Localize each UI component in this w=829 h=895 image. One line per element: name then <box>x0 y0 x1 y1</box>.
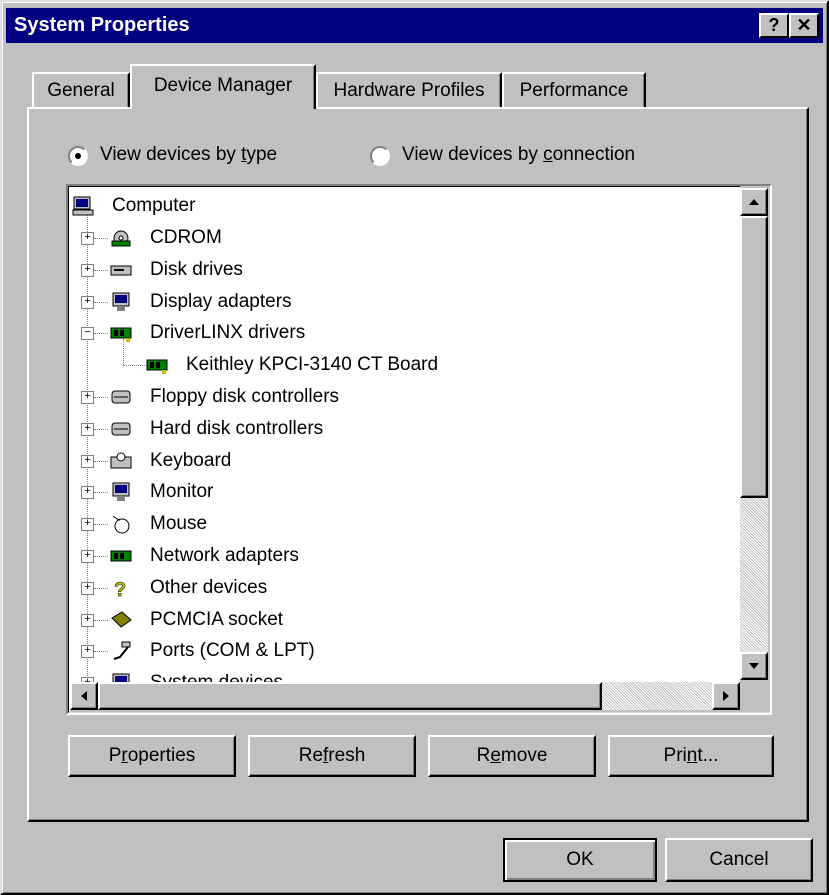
tab-performance-label: Performance <box>519 80 629 101</box>
refresh-button[interactable]: Refresh <box>248 735 416 777</box>
tree-node-label: Display adapters <box>150 290 292 312</box>
scroll-track-horizontal[interactable] <box>602 682 712 710</box>
tree-node-driverlinx-drivers[interactable]: − DriverLINX drivers <box>68 319 728 347</box>
tree-node-keyboard[interactable]: + Keyboard <box>68 447 728 475</box>
arrow-left-icon <box>81 691 87 701</box>
tree-node-floppy-disk-controllers[interactable]: + Floppy disk controllers <box>68 383 728 411</box>
scroll-left-button[interactable] <box>70 682 98 710</box>
radio-view-by-connection-label: View devices by connection <box>402 144 636 165</box>
collapse-icon[interactable]: − <box>81 327 94 341</box>
scrollbar-corner <box>740 682 770 710</box>
tree-child-keithley-kpci-3140-ct-board[interactable]: Keithley KPCI-3140 CT Board <box>68 351 728 379</box>
expand-icon[interactable]: + <box>81 518 94 532</box>
remove-button[interactable]: Remove <box>428 735 596 777</box>
mouse-icon <box>112 515 130 534</box>
help-icon: ? <box>768 15 780 35</box>
expand-icon[interactable]: + <box>81 581 94 595</box>
tree-node-label: Network adapters <box>150 545 299 566</box>
vertical-scrollbar[interactable] <box>740 186 770 682</box>
tree-node-disk-drives[interactable]: + Disk drives <box>68 256 728 284</box>
expand-icon[interactable]: + <box>81 613 94 627</box>
driverlinx-board-icon <box>110 327 132 343</box>
tree-node-display-adapters[interactable]: + Display adapters <box>68 288 728 316</box>
tab-general[interactable]: General <box>32 72 130 107</box>
port-icon <box>113 641 131 661</box>
horizontal-scrollbar[interactable] <box>70 682 770 712</box>
expand-icon[interactable]: + <box>81 550 94 563</box>
board-icon <box>146 359 168 375</box>
radio-button[interactable] <box>370 146 390 166</box>
tree-node-label: Disk drives <box>150 258 243 280</box>
hard-disk-controller-icon <box>111 422 131 436</box>
tree-node-mouse[interactable]: + Mouse <box>68 510 728 538</box>
scroll-right-button[interactable] <box>712 682 740 710</box>
tree-node-label: Keithley KPCI-3140 CT Board <box>186 354 439 376</box>
question-icon: ? <box>114 579 127 598</box>
tab-general-label: General <box>47 80 115 101</box>
system-properties-window: System Properties ? ✕ General Device Man… <box>0 0 829 895</box>
tree-node-label: Hard disk controllers <box>150 417 324 439</box>
floppy-controller-icon <box>111 390 131 404</box>
tree-node-other-devices[interactable]: +? Other devices <box>68 574 728 602</box>
tab-hardware-profiles-label: Hardware Profiles <box>333 80 485 101</box>
expand-icon[interactable]: + <box>81 454 94 468</box>
tree-node-label: Mouse <box>150 513 208 535</box>
scroll-up-button[interactable] <box>740 188 768 216</box>
expand-icon[interactable]: + <box>81 391 94 404</box>
tree-node-label: Other devices <box>150 576 268 598</box>
tree-node-network-adapters[interactable]: + Network adapters <box>68 542 728 570</box>
tab-device-manager[interactable]: Device Manager <box>130 64 316 109</box>
scroll-thumb-vertical[interactable] <box>740 216 768 498</box>
scroll-thumb-horizontal[interactable] <box>98 682 602 710</box>
expand-icon[interactable]: + <box>81 422 94 436</box>
window-title: System Properties <box>14 14 190 36</box>
network-adapter-icon <box>110 550 132 562</box>
expand-icon[interactable]: + <box>81 645 94 659</box>
display-adapter-icon <box>112 292 130 311</box>
device-tree[interactable]: Computer + CDROM + Disk drives + Display adap… <box>66 184 772 715</box>
tab-hardware-profiles[interactable]: Hardware Profiles <box>316 72 502 107</box>
scroll-down-button[interactable] <box>740 652 768 680</box>
help-button[interactable]: ? <box>759 13 789 38</box>
close-button[interactable]: ✕ <box>789 13 819 38</box>
tab-device-manager-label: Device Manager <box>153 75 293 96</box>
title-bar[interactable]: System Properties ? ✕ <box>6 8 823 43</box>
properties-button[interactable]: Properties <box>68 735 236 777</box>
arrow-up-icon <box>749 199 759 205</box>
computer-icon <box>72 196 94 216</box>
arrow-down-icon <box>749 663 759 669</box>
cancel-button[interactable]: Cancel <box>665 838 813 882</box>
tree-node-label: DriverLINX drivers <box>150 322 306 344</box>
tree-node-label: Floppy disk controllers <box>150 386 340 407</box>
tree-node-computer-label: Computer <box>112 195 196 216</box>
close-icon: ✕ <box>796 15 812 35</box>
print-button[interactable]: Print... <box>608 735 774 777</box>
tree-node-monitor[interactable]: + Monitor <box>68 478 728 506</box>
svg-text:?: ? <box>114 579 126 598</box>
expand-icon[interactable]: + <box>81 263 94 277</box>
arrow-right-icon <box>723 691 729 701</box>
tab-performance[interactable]: Performance <box>502 72 646 107</box>
expand-icon[interactable]: + <box>81 486 94 500</box>
radio-view-by-type-label: View devices by type <box>100 144 278 165</box>
tree-node-ports-com-lpt[interactable]: + Ports (COM & LPT) <box>68 637 728 665</box>
tree-node-label: PCMCIA socket <box>150 608 284 630</box>
expand-icon[interactable]: + <box>81 295 94 309</box>
tree-node-label: Keyboard <box>150 449 232 471</box>
tree-node-hard-disk-controllers[interactable]: + Hard disk controllers <box>68 415 728 443</box>
monitor-icon <box>112 482 130 502</box>
expand-icon[interactable]: + <box>81 232 94 245</box>
ok-button[interactable]: OK <box>503 838 657 882</box>
tree-node-cdrom[interactable]: + CDROM <box>68 224 728 252</box>
tree-node-label: Monitor <box>150 481 214 503</box>
pcmcia-icon <box>111 610 132 628</box>
tree-node-label: Ports (COM & LPT) <box>150 640 315 662</box>
cdrom-icon <box>111 230 131 247</box>
disk-drive-icon <box>110 265 132 276</box>
tree-node-pcmcia-socket[interactable]: + PCMCIA socket <box>68 606 728 634</box>
radio-button-selected[interactable] <box>68 146 88 166</box>
keyboard-icon <box>110 452 132 469</box>
tree-node-label: CDROM <box>150 227 222 248</box>
scroll-track-vertical[interactable] <box>740 498 768 652</box>
